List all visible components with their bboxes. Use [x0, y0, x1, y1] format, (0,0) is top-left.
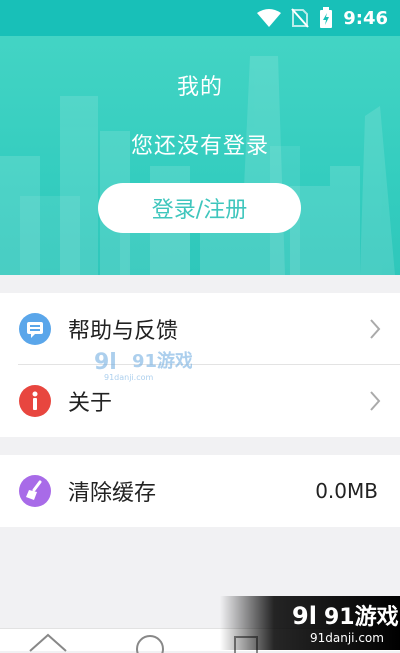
login-register-button[interactable]: 登录/注册: [98, 183, 301, 233]
menu-card-primary: 帮助与反馈 关于: [0, 293, 400, 437]
broom-icon: [19, 475, 51, 507]
menu-item-label: 清除缓存: [68, 481, 157, 506]
profile-header: 我的 您还没有登录 登录/注册: [0, 36, 400, 275]
watermark-corner-site: 91danji.com: [310, 631, 384, 645]
login-status-text: 您还没有登录: [130, 134, 269, 159]
menu-item-label: 关于: [68, 391, 113, 416]
battery-charging-icon: [320, 7, 333, 28]
watermark-corner: 9l 91游戏 91danji.com: [220, 596, 400, 650]
menu-card-secondary: 清除缓存 0.0MB: [0, 455, 400, 527]
status-icons: 9:46: [257, 0, 388, 36]
menu-item-help-feedback[interactable]: 帮助与反馈: [0, 293, 400, 365]
menu-item-clear-cache[interactable]: 清除缓存 0.0MB: [0, 455, 400, 527]
page-title: 我的: [176, 75, 223, 100]
chat-bubble-icon: [19, 313, 51, 345]
svg-text:9l: 9l: [292, 602, 317, 630]
menu-item-label: 帮助与反馈: [68, 319, 179, 344]
chevron-right-icon: [370, 319, 381, 339]
status-bar: 9:46: [0, 0, 400, 36]
info-icon: [19, 385, 51, 417]
wifi-icon: [257, 9, 282, 27]
menu-item-about[interactable]: 关于: [0, 365, 400, 437]
chevron-right-icon: [370, 391, 381, 411]
watermark-brand-text: 91游戏: [132, 350, 192, 372]
watermark-site-text: 91danji.com: [104, 373, 154, 382]
watermark-logo: 9l 91游戏 91danji.com: [94, 350, 192, 382]
svg-text:9l: 9l: [94, 350, 117, 375]
watermark-corner-logo: 9l 91游戏 91danji.com: [292, 602, 399, 645]
cache-size-value: 0.0MB: [315, 479, 378, 503]
status-time: 9:46: [343, 7, 388, 29]
watermark-corner-brand: 91游戏: [324, 604, 399, 630]
no-sim-icon: [291, 8, 309, 28]
